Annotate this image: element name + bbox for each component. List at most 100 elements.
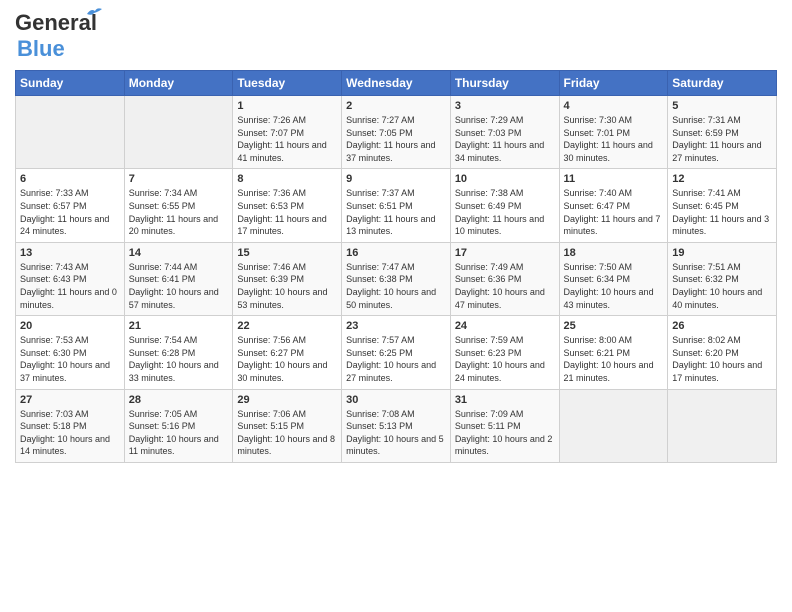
week-row-5: 27Sunrise: 7:03 AM Sunset: 5:18 PM Dayli…	[16, 389, 777, 462]
day-info: Sunrise: 7:44 AM Sunset: 6:41 PM Dayligh…	[129, 261, 229, 311]
calendar-cell: 6Sunrise: 7:33 AM Sunset: 6:57 PM Daylig…	[16, 169, 125, 242]
calendar-body: 1Sunrise: 7:26 AM Sunset: 7:07 PM Daylig…	[16, 96, 777, 463]
calendar-cell: 5 Sunrise: 7:31 AM Sunset: 6:59 PM Daylig…	[668, 96, 777, 169]
calendar-cell: 4Sunrise: 7:30 AM Sunset: 7:01 PM Daylig…	[559, 96, 668, 169]
day-info: Sunrise: 7:36 AM Sunset: 6:53 PM Dayligh…	[237, 187, 337, 237]
logo: General Blue	[15, 10, 97, 62]
calendar-cell: 14 Sunrise: 7:44 AM Sunset: 6:41 PM Dayli…	[124, 242, 233, 315]
day-info: Sunrise: 7:50 AM Sunset: 6:34 PM Dayligh…	[564, 261, 664, 311]
day-number: 4	[564, 100, 664, 112]
day-number: 20	[20, 320, 120, 332]
logo-text-blue: Blue	[17, 36, 65, 61]
week-row-3: 13Sunrise: 7:43 AM Sunset: 6:43 PM Dayli…	[16, 242, 777, 315]
calendar-cell: 20 Sunrise: 7:53 AM Sunset: 6:30 PM Dayli…	[16, 316, 125, 389]
day-info: Sunrise: 7:46 AM Sunset: 6:39 PM Dayligh…	[237, 261, 337, 311]
day-number: 31	[455, 394, 555, 406]
day-info: Sunrise: 7:08 AM Sunset: 5:13 PM Dayligh…	[346, 408, 446, 458]
day-number: 23	[346, 320, 446, 332]
day-number: 15	[237, 247, 337, 259]
day-info: Sunrise: 7:41 AM Sunset: 6:45 PM Dayligh…	[672, 187, 772, 237]
dow-monday: Monday	[124, 71, 233, 96]
dow-thursday: Thursday	[450, 71, 559, 96]
day-number: 28	[129, 394, 229, 406]
calendar-cell	[124, 96, 233, 169]
day-number: 8	[237, 173, 337, 185]
calendar-cell: 24Sunrise: 7:59 AM Sunset: 6:23 PM Dayli…	[450, 316, 559, 389]
calendar-cell: 22 Sunrise: 7:56 AM Sunset: 6:27 PM Dayli…	[233, 316, 342, 389]
calendar-cell: 18 Sunrise: 7:50 AM Sunset: 6:34 PM Dayli…	[559, 242, 668, 315]
logo-text-general: General	[15, 10, 97, 35]
calendar-cell: 9 Sunrise: 7:37 AM Sunset: 6:51 PM Daylig…	[342, 169, 451, 242]
calendar-cell: 26Sunrise: 8:02 AM Sunset: 6:20 PM Dayli…	[668, 316, 777, 389]
calendar-cell: 19 Sunrise: 7:51 AM Sunset: 6:32 PM Dayli…	[668, 242, 777, 315]
day-info: Sunrise: 7:59 AM Sunset: 6:23 PM Dayligh…	[455, 334, 555, 384]
day-number: 10	[455, 173, 555, 185]
page-header: General Blue	[15, 10, 777, 62]
calendar-cell: 28 Sunrise: 7:05 AM Sunset: 5:16 PM Dayli…	[124, 389, 233, 462]
day-number: 5	[672, 100, 772, 112]
day-info: Sunrise: 7:34 AM Sunset: 6:55 PM Dayligh…	[129, 187, 229, 237]
day-number: 3	[455, 100, 555, 112]
week-row-2: 6Sunrise: 7:33 AM Sunset: 6:57 PM Daylig…	[16, 169, 777, 242]
calendar-cell: 23 Sunrise: 7:57 AM Sunset: 6:25 PM Dayli…	[342, 316, 451, 389]
day-number: 11	[564, 173, 664, 185]
days-of-week-header: SundayMondayTuesdayWednesdayThursdayFrid…	[16, 71, 777, 96]
day-number: 21	[129, 320, 229, 332]
dow-friday: Friday	[559, 71, 668, 96]
day-info: Sunrise: 7:51 AM Sunset: 6:32 PM Dayligh…	[672, 261, 772, 311]
day-info: Sunrise: 7:47 AM Sunset: 6:38 PM Dayligh…	[346, 261, 446, 311]
calendar-cell: 11 Sunrise: 7:40 AM Sunset: 6:47 PM Dayli…	[559, 169, 668, 242]
day-number: 2	[346, 100, 446, 112]
dow-wednesday: Wednesday	[342, 71, 451, 96]
week-row-4: 20 Sunrise: 7:53 AM Sunset: 6:30 PM Dayli…	[16, 316, 777, 389]
calendar-cell: 27Sunrise: 7:03 AM Sunset: 5:18 PM Dayli…	[16, 389, 125, 462]
calendar-cell	[16, 96, 125, 169]
week-row-1: 1Sunrise: 7:26 AM Sunset: 7:07 PM Daylig…	[16, 96, 777, 169]
day-number: 25	[564, 320, 664, 332]
dow-sunday: Sunday	[16, 71, 125, 96]
day-number: 18	[564, 247, 664, 259]
day-info: Sunrise: 7:57 AM Sunset: 6:25 PM Dayligh…	[346, 334, 446, 384]
day-number: 12	[672, 173, 772, 185]
calendar-cell: 8 Sunrise: 7:36 AM Sunset: 6:53 PM Daylig…	[233, 169, 342, 242]
day-number: 29	[237, 394, 337, 406]
day-number: 13	[20, 247, 120, 259]
calendar-cell: 31Sunrise: 7:09 AM Sunset: 5:11 PM Dayli…	[450, 389, 559, 462]
day-info: Sunrise: 7:37 AM Sunset: 6:51 PM Dayligh…	[346, 187, 446, 237]
calendar-cell: 16 Sunrise: 7:47 AM Sunset: 6:38 PM Dayli…	[342, 242, 451, 315]
calendar-cell: 15 Sunrise: 7:46 AM Sunset: 6:39 PM Dayli…	[233, 242, 342, 315]
day-number: 16	[346, 247, 446, 259]
calendar-cell: 25 Sunrise: 8:00 AM Sunset: 6:21 PM Dayli…	[559, 316, 668, 389]
logo-bird-icon	[85, 6, 103, 22]
day-info: Sunrise: 7:53 AM Sunset: 6:30 PM Dayligh…	[20, 334, 120, 384]
calendar-cell: 1Sunrise: 7:26 AM Sunset: 7:07 PM Daylig…	[233, 96, 342, 169]
day-info: Sunrise: 7:38 AM Sunset: 6:49 PM Dayligh…	[455, 187, 555, 237]
calendar-cell: 7 Sunrise: 7:34 AM Sunset: 6:55 PM Daylig…	[124, 169, 233, 242]
day-number: 17	[455, 247, 555, 259]
dow-saturday: Saturday	[668, 71, 777, 96]
day-number: 9	[346, 173, 446, 185]
day-info: Sunrise: 7:31 AM Sunset: 6:59 PM Dayligh…	[672, 114, 772, 164]
day-info: Sunrise: 8:00 AM Sunset: 6:21 PM Dayligh…	[564, 334, 664, 384]
day-number: 7	[129, 173, 229, 185]
calendar-cell: 29Sunrise: 7:06 AM Sunset: 5:15 PM Dayli…	[233, 389, 342, 462]
calendar-cell: 30Sunrise: 7:08 AM Sunset: 5:13 PM Dayli…	[342, 389, 451, 462]
calendar-cell	[668, 389, 777, 462]
calendar-table: SundayMondayTuesdayWednesdayThursdayFrid…	[15, 70, 777, 463]
day-number: 22	[237, 320, 337, 332]
day-info: Sunrise: 7:05 AM Sunset: 5:16 PM Dayligh…	[129, 408, 229, 458]
calendar-cell: 2Sunrise: 7:27 AM Sunset: 7:05 PM Daylig…	[342, 96, 451, 169]
day-number: 14	[129, 247, 229, 259]
day-info: Sunrise: 7:40 AM Sunset: 6:47 PM Dayligh…	[564, 187, 664, 237]
calendar-cell: 3 Sunrise: 7:29 AM Sunset: 7:03 PM Daylig…	[450, 96, 559, 169]
dow-tuesday: Tuesday	[233, 71, 342, 96]
day-info: Sunrise: 7:29 AM Sunset: 7:03 PM Dayligh…	[455, 114, 555, 164]
calendar-cell: 10 Sunrise: 7:38 AM Sunset: 6:49 PM Dayli…	[450, 169, 559, 242]
day-info: Sunrise: 7:26 AM Sunset: 7:07 PM Dayligh…	[237, 114, 337, 164]
day-info: Sunrise: 7:49 AM Sunset: 6:36 PM Dayligh…	[455, 261, 555, 311]
day-info: Sunrise: 7:56 AM Sunset: 6:27 PM Dayligh…	[237, 334, 337, 384]
day-number: 6	[20, 173, 120, 185]
calendar-cell: 13Sunrise: 7:43 AM Sunset: 6:43 PM Dayli…	[16, 242, 125, 315]
day-number: 27	[20, 394, 120, 406]
day-number: 19	[672, 247, 772, 259]
